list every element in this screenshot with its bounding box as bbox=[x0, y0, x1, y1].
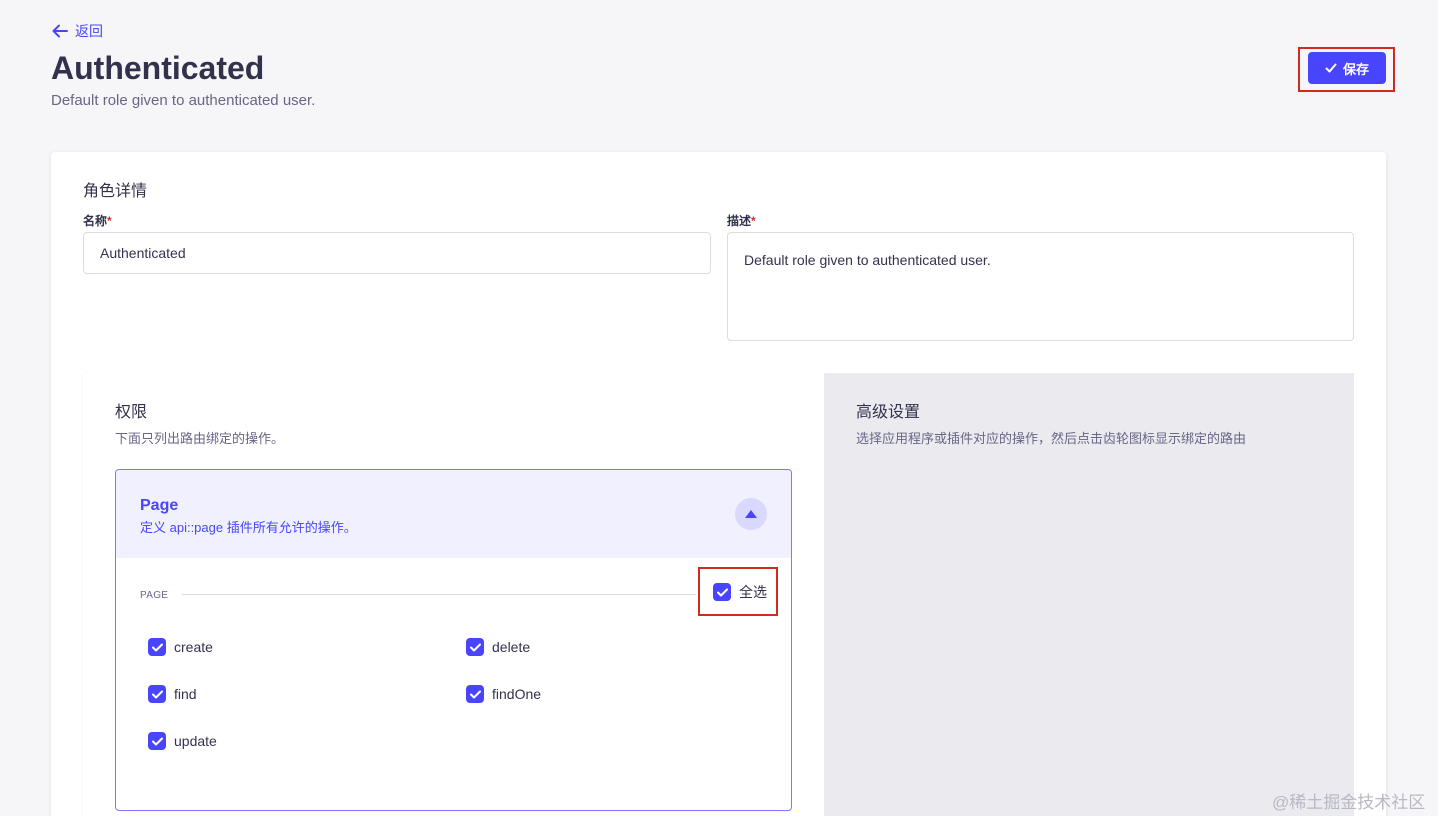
check-icon bbox=[716, 588, 728, 596]
role-details-title: 角色详情 bbox=[83, 183, 148, 200]
checkbox-checked bbox=[148, 638, 166, 656]
permission-label: update bbox=[174, 733, 217, 749]
page-subtitle: Default role given to authenticated user… bbox=[51, 92, 316, 109]
permission-label: find bbox=[174, 686, 197, 702]
back-label: 返回 bbox=[75, 23, 103, 39]
permission-label: delete bbox=[492, 639, 531, 655]
check-icon bbox=[151, 737, 163, 745]
select-all-checkbox[interactable]: 全选 bbox=[713, 582, 767, 602]
check-icon bbox=[469, 690, 481, 698]
select-all-label: 全选 bbox=[739, 584, 767, 600]
back-link[interactable]: 返回 bbox=[51, 21, 103, 41]
name-label: 名称* bbox=[83, 212, 112, 229]
accordion-description: 定义 api::page 插件所有允许的操作。 bbox=[140, 520, 357, 535]
permission-label: create bbox=[174, 639, 213, 655]
permission-update[interactable]: update bbox=[148, 732, 217, 750]
save-label: 保存 bbox=[1342, 61, 1369, 77]
name-input[interactable]: Authenticated bbox=[83, 232, 711, 274]
description-label-text: 描述 bbox=[727, 214, 752, 228]
permission-label: findOne bbox=[492, 686, 542, 702]
checkbox-checked bbox=[466, 685, 484, 703]
advanced-title: 高级设置 bbox=[856, 404, 921, 421]
permissions-subtitle: 下面只列出路由绑定的操作。 bbox=[115, 431, 285, 446]
required-mark: * bbox=[107, 214, 112, 228]
permission-create[interactable]: create bbox=[148, 638, 213, 656]
check-icon bbox=[151, 690, 163, 698]
name-label-text: 名称 bbox=[83, 214, 108, 228]
checkbox-checked bbox=[466, 638, 484, 656]
description-textarea[interactable]: Default role given to authenticated user… bbox=[727, 232, 1354, 341]
accordion-header[interactable]: Page 定义 api::page 插件所有允许的操作。 bbox=[116, 470, 791, 558]
permission-findone[interactable]: findOne bbox=[466, 685, 541, 703]
checkbox-checked bbox=[148, 732, 166, 750]
check-icon bbox=[469, 643, 481, 651]
description-label: 描述* bbox=[727, 212, 756, 229]
check-icon bbox=[151, 643, 163, 651]
collapse-toggle[interactable] bbox=[735, 498, 767, 530]
group-divider bbox=[182, 594, 696, 595]
permission-find[interactable]: find bbox=[148, 685, 197, 703]
group-label: PAGE bbox=[140, 590, 169, 601]
arrow-left-icon bbox=[52, 24, 68, 38]
permissions-title: 权限 bbox=[115, 404, 148, 421]
save-button[interactable]: 保存 bbox=[1308, 52, 1386, 84]
advanced-subtitle: 选择应用程序或插件对应的操作，然后点击齿轮图标显示绑定的路由 bbox=[856, 431, 1247, 446]
checkbox-checked bbox=[713, 583, 731, 601]
required-mark: * bbox=[751, 214, 756, 228]
page-accordion: Page 定义 api::page 插件所有允许的操作。 PAGE 全选 cre… bbox=[115, 469, 792, 811]
caret-up-icon bbox=[745, 510, 757, 518]
watermark: @稀土掘金技术社区 bbox=[1272, 793, 1426, 812]
page-title: Authenticated bbox=[51, 50, 265, 86]
check-icon bbox=[1325, 63, 1337, 73]
checkbox-checked bbox=[148, 685, 166, 703]
accordion-title: Page bbox=[140, 497, 179, 514]
permission-delete[interactable]: delete bbox=[466, 638, 530, 656]
